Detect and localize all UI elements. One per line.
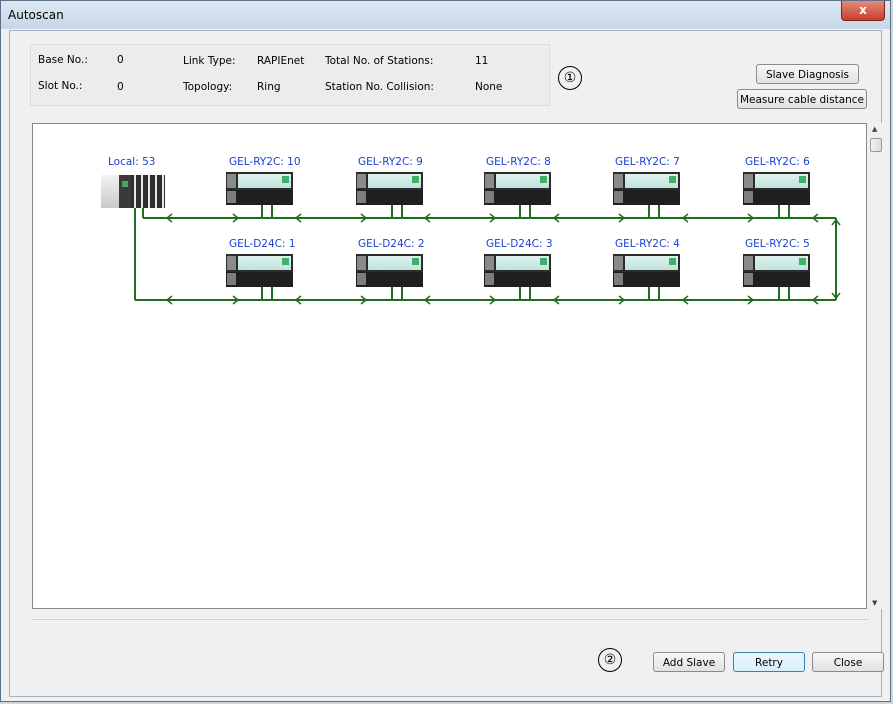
slot-no-value: 0	[117, 81, 124, 93]
station-label: GEL-D24C: 1	[229, 238, 296, 250]
scroll-up-icon[interactable]: ▲	[872, 125, 877, 133]
scroll-down-icon[interactable]: ▼	[872, 599, 877, 607]
add-slave-button[interactable]: Add Slave	[653, 652, 725, 672]
station-label: GEL-RY2C: 10	[229, 156, 301, 168]
base-no-label: Base No.:	[38, 54, 88, 66]
topology-value: Ring	[257, 81, 281, 93]
slot-no-label: Slot No.:	[38, 80, 83, 92]
station-device[interactable]	[226, 172, 293, 205]
vertical-scrollbar[interactable]: ▲ ▼	[869, 123, 883, 609]
station-device[interactable]	[613, 172, 680, 205]
station-label: GEL-RY2C: 8	[486, 156, 551, 168]
divider	[32, 619, 868, 620]
topology-label: Topology:	[183, 81, 233, 93]
scroll-thumb[interactable]	[870, 138, 882, 152]
network-diagram-canvas[interactable]: Local: 53 GEL-RY2C: 10 GEL-RY2C: 9 GEL-R…	[32, 123, 867, 609]
station-label: GEL-RY2C: 4	[615, 238, 680, 250]
link-info-panel: Base No.: 0 Slot No.: 0 Link Type: RAPIE…	[30, 44, 550, 106]
station-label: GEL-D24C: 2	[358, 238, 425, 250]
station-label: GEL-RY2C: 7	[615, 156, 680, 168]
base-no-value: 0	[117, 54, 124, 66]
total-stations-label: Total No. of Stations:	[325, 55, 434, 67]
callout-marker-1: ①	[558, 66, 582, 90]
collision-value: None	[475, 81, 503, 93]
close-button[interactable]: Close	[812, 652, 884, 672]
window-close-button[interactable]: x	[841, 1, 885, 21]
station-device[interactable]	[613, 254, 680, 287]
station-device[interactable]	[484, 254, 551, 287]
station-label: GEL-RY2C: 5	[745, 238, 810, 250]
window-title: Autoscan	[8, 8, 64, 22]
slave-diagnosis-button[interactable]: Slave Diagnosis	[756, 64, 859, 84]
title-bar: Autoscan x	[1, 1, 890, 29]
local-station-label: Local: 53	[108, 156, 156, 168]
station-device[interactable]	[356, 172, 423, 205]
station-label: GEL-RY2C: 9	[358, 156, 423, 168]
measure-cable-distance-button[interactable]: Measure cable distance	[737, 89, 867, 109]
station-device[interactable]	[356, 254, 423, 287]
station-device[interactable]	[484, 172, 551, 205]
station-label: GEL-D24C: 3	[486, 238, 553, 250]
station-device[interactable]	[743, 172, 810, 205]
link-type-value: RAPIEnet	[257, 55, 305, 67]
autoscan-window: Autoscan x Base No.: 0 Slot No.: 0 Link …	[0, 0, 891, 702]
local-plc-device[interactable]	[101, 175, 165, 208]
collision-label: Station No. Collision:	[325, 81, 434, 93]
station-device[interactable]	[226, 254, 293, 287]
station-device[interactable]	[743, 254, 810, 287]
dialog-body: Base No.: 0 Slot No.: 0 Link Type: RAPIE…	[9, 30, 884, 697]
link-type-label: Link Type:	[183, 55, 236, 67]
station-label: GEL-RY2C: 6	[745, 156, 810, 168]
total-stations-value: 11	[475, 55, 489, 67]
callout-marker-2: ②	[598, 648, 622, 672]
retry-button[interactable]: Retry	[733, 652, 805, 672]
